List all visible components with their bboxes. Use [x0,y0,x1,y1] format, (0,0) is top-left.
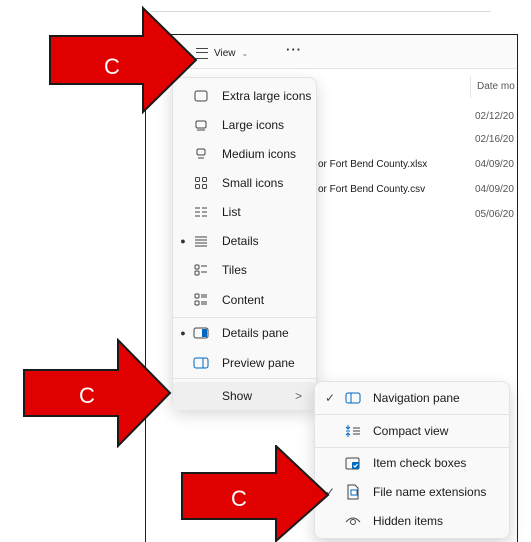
large-icons-icon [193,117,209,133]
menu-item-preview-pane[interactable]: Preview pane [173,349,316,377]
file-row-date: 02/16/20 [475,134,514,145]
more-options-button[interactable]: ··· [286,42,302,57]
tiles-icon [193,262,209,278]
item-check-boxes-icon [345,455,361,471]
menu-item-label: List [222,205,241,219]
menu-item-label: Content [222,293,265,307]
menu-item-details-pane[interactable]: ● Details pane [173,319,316,347]
hidden-items-icon [345,513,361,529]
small-icons-icon [193,175,209,191]
menu-item-show[interactable]: Show > [173,382,316,410]
menu-divider [173,378,316,379]
submenu-divider [315,447,509,448]
file-row-date: 04/09/20 [475,159,514,170]
menu-item-list[interactable]: List [173,198,316,226]
show-icon [193,388,209,404]
annotation-arrow-2 [23,338,172,448]
submenu-item-hidden-items[interactable]: Hidden items [315,507,509,535]
chevron-right-icon: > [294,389,302,403]
file-row-date: 04/09/20 [475,184,514,195]
menu-item-tiles[interactable]: Tiles [173,256,316,284]
menu-item-label: Extra large icons [222,89,312,103]
details-pane-icon [193,325,209,341]
menu-item-label: Small icons [222,176,284,190]
navigation-pane-icon [345,390,361,406]
annotation-arrow-2-letter: C [79,383,95,408]
content-icon [193,292,209,308]
menu-item-label: Details pane [222,326,289,340]
menu-item-details[interactable]: ● Details [173,227,316,255]
submenu-item-label: Item check boxes [373,456,467,470]
submenu-item-file-name-extensions[interactable]: ✓ File name extensions [315,478,509,506]
annotation-arrow-1 [49,6,198,114]
annotation-arrow-1-letter: C [104,54,120,79]
menu-item-label: Tiles [222,263,247,277]
date-modified-column-header[interactable]: Date mo [470,76,518,98]
menu-item-label: Show [222,389,253,403]
file-row-name[interactable]: or Fort Bend County.xlsx [318,159,427,170]
file-row-name[interactable]: or Fort Bend County.csv [318,184,425,195]
view-button-label: View [214,47,236,59]
file-row-date: 05/06/20 [475,209,514,220]
selected-dot-icon: ● [180,328,186,338]
menu-item-medium-icons[interactable]: Medium icons [173,140,316,168]
list-icon [193,204,209,220]
menu-item-label: Details [222,234,259,248]
menu-item-label: Preview pane [222,356,295,370]
view-button[interactable]: View ⌄ [196,44,248,62]
selected-dot-icon: ● [180,236,186,246]
annotation-arrow-3-letter: C [231,486,247,511]
chevron-down-icon: ⌄ [241,48,249,58]
file-row-date: 02/12/20 [475,111,514,122]
submenu-item-label: File name extensions [373,485,487,499]
menu-item-label: Large icons [222,118,285,132]
top-divider [150,11,491,12]
menu-item-small-icons[interactable]: Small icons [173,169,316,197]
submenu-item-label: Compact view [373,424,449,438]
checkmark-icon: ✓ [324,391,336,405]
annotation-arrow-3 [181,445,330,542]
menu-item-label: Medium icons [222,147,297,161]
details-icon [193,233,209,249]
submenu-item-label: Navigation pane [373,391,460,405]
submenu-item-item-check-boxes[interactable]: Item check boxes [315,449,509,477]
medium-icons-icon [193,146,209,162]
submenu-item-compact-view[interactable]: Compact view [315,417,509,445]
menu-item-large-icons[interactable]: Large icons [173,111,316,139]
submenu-item-label: Hidden items [373,514,444,528]
submenu-item-navigation-pane[interactable]: ✓ Navigation pane [315,384,509,412]
menu-item-content[interactable]: Content [173,286,316,314]
compact-view-icon [345,423,361,439]
menu-divider [173,317,316,318]
preview-pane-icon [193,355,209,371]
file-name-extensions-icon [345,484,361,500]
submenu-divider [315,414,509,415]
